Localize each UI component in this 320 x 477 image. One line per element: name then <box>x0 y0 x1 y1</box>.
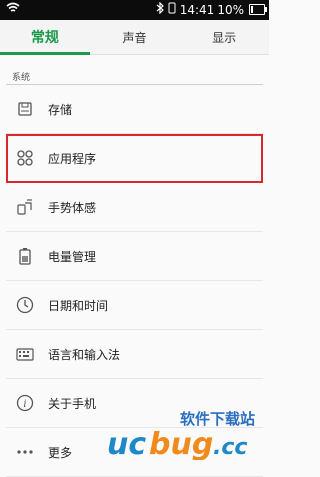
settings-tabs: 常规 声音 显示 <box>0 20 269 55</box>
section-title: 系统 <box>12 73 31 83</box>
list-item-label: 语言和输入法 <box>48 347 121 362</box>
tab-sound[interactable]: 声音 <box>90 20 180 54</box>
list-item-language-input[interactable]: 语言和输入法 <box>6 330 263 379</box>
keyboard-icon <box>14 343 36 365</box>
status-time: 14:41 <box>179 2 215 17</box>
list-item-label: 日期和时间 <box>48 298 109 313</box>
battery-icon <box>249 4 267 15</box>
svg-text:.cc: .cc <box>213 435 247 460</box>
list-item-date-time[interactable]: 日期和时间 <box>6 281 263 330</box>
watermark-logo: 软件下载站 uc bug .cc <box>107 410 255 460</box>
list-item-label: 关于手机 <box>48 396 97 411</box>
battery-percent: 10% <box>217 2 244 17</box>
list-item-label: 手势体感 <box>48 200 97 215</box>
storage-icon <box>14 98 36 120</box>
svg-text:uc: uc <box>107 427 146 460</box>
svg-text:i: i <box>23 399 26 410</box>
tab-display[interactable]: 显示 <box>179 20 269 54</box>
bluetooth-icon <box>156 1 164 17</box>
svg-text:软件下载站: 软件下载站 <box>180 410 255 428</box>
more-icon <box>14 441 36 463</box>
list-item-label: 电量管理 <box>48 249 97 264</box>
list-item-label: 更多 <box>48 445 73 460</box>
list-item-gesture[interactable]: 手势体感 <box>6 183 263 232</box>
list-item-storage[interactable]: 存储 <box>6 85 263 134</box>
clock-icon <box>14 294 36 316</box>
list-item-apps[interactable]: 应用程序 <box>6 134 263 183</box>
list-item-label: 存储 <box>48 102 73 117</box>
tab-general[interactable]: 常规 <box>0 20 90 55</box>
info-icon: i <box>14 392 36 414</box>
apps-icon <box>14 147 36 169</box>
battery-manage-icon <box>14 245 36 267</box>
vibrate-icon <box>167 2 177 17</box>
gesture-icon <box>14 196 36 218</box>
list-item-battery[interactable]: 电量管理 <box>6 232 263 281</box>
list-item-label: 应用程序 <box>48 151 97 166</box>
status-bar: 14:41 10% <box>0 0 269 20</box>
wifi-icon <box>6 2 20 17</box>
svg-text:bug: bug <box>149 427 213 460</box>
